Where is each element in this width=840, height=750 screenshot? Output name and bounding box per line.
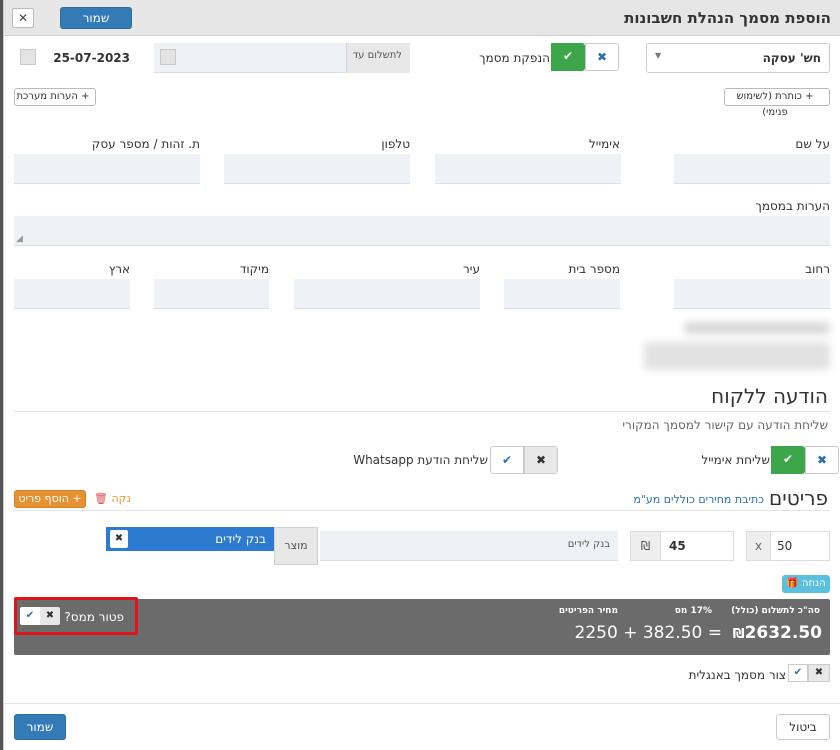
document-type-select[interactable]: חש' עסקה ▼: [646, 43, 830, 73]
trash-icon: 🗑: [94, 492, 108, 505]
chevron-down-icon: ▼: [655, 51, 662, 60]
phone-input[interactable]: [224, 154, 410, 184]
total-currency: ₪: [732, 627, 745, 642]
total-amount: 2632.50: [744, 623, 822, 643]
document-notes-label: הערות במסמך: [755, 199, 830, 213]
id-number-input[interactable]: [14, 154, 200, 184]
resize-handle-icon[interactable]: ◢: [16, 234, 23, 244]
add-item-button[interactable]: + הוסף פריט: [14, 490, 86, 508]
currency-addon: ₪: [631, 532, 661, 560]
issue-document-label: הנפקת מסמך: [479, 51, 550, 65]
add-system-notes-button[interactable]: + הערות מערכת: [14, 88, 96, 106]
remove-product-button[interactable]: ✖: [110, 530, 128, 548]
product-label: מוצר: [284, 539, 308, 552]
item-description-input[interactable]: בנק לידים: [320, 531, 618, 561]
footer-divider: [4, 703, 840, 704]
email-label: אימייל: [588, 137, 620, 151]
tax-exempt-highlight: [14, 597, 138, 635]
vat-included-link[interactable]: כתיבת מחירים כוללים מע"מ: [604, 493, 764, 506]
total-label: סה"כ לתשלום (כולל): [731, 606, 820, 616]
items-price-label: מחיר הפריטים: [558, 606, 618, 616]
send-whatsapp-yes-toggle[interactable]: ✔: [490, 446, 524, 474]
date-field[interactable]: 25-07-2023: [14, 43, 138, 73]
clean-label: נקה: [111, 492, 131, 505]
gift-icon: 🎁: [786, 578, 799, 589]
pay-until-field[interactable]: לתשלום עד: [154, 43, 410, 73]
city-label: עיר: [463, 262, 480, 276]
discount-button[interactable]: 🎁 הנחה: [782, 575, 830, 593]
send-whatsapp-no-toggle[interactable]: ✖: [524, 446, 558, 474]
name-label: על שם: [795, 137, 830, 151]
pay-until-label: לתשלום עד: [352, 50, 402, 61]
total-value: ₪2632.50: [733, 623, 822, 643]
zip-label: מיקוד: [239, 262, 269, 276]
product-chip-label: בנק לידים: [215, 532, 266, 546]
english-document-no-toggle[interactable]: ✖: [808, 664, 830, 682]
house-number-input[interactable]: [504, 279, 620, 309]
send-email-no-toggle[interactable]: ✖: [805, 446, 839, 474]
modal-dialog: הוספת מסמך הנהלת חשבונות ✕ שמור חש' עסקה…: [3, 0, 840, 750]
calendar-icon: [20, 49, 36, 65]
blurred-content: [684, 322, 830, 334]
add-internal-title-button[interactable]: + כותרת (לשימוש פנימי): [724, 88, 830, 118]
send-email-yes-toggle[interactable]: ✔: [771, 446, 805, 474]
issue-document-yes-toggle[interactable]: ✔: [551, 43, 585, 71]
street-input[interactable]: [674, 279, 830, 309]
product-button[interactable]: מוצר: [274, 527, 318, 565]
quantity-value: 50: [777, 539, 793, 553]
notify-subtitle: שליחת הודעה עם קישור למסמך המקורי: [622, 418, 828, 432]
country-label: ארץ: [108, 262, 130, 276]
document-type-value: חש' עסקה: [762, 51, 821, 65]
street-label: רחוב: [805, 262, 830, 276]
blurred-content: [644, 342, 830, 370]
issue-document-no-toggle[interactable]: ✖: [585, 43, 619, 71]
notify-title: הודעה ללקוח: [711, 384, 828, 408]
modal-header: הוספת מסמך הנהלת חשבונות ✕ שמור: [4, 0, 840, 36]
date-value: 25-07-2023: [53, 51, 130, 65]
price-input[interactable]: ₪ 45: [630, 531, 734, 561]
price-value: 45: [669, 539, 686, 553]
tax-label: 17% מס: [674, 606, 712, 616]
header-save-button[interactable]: שמור: [60, 7, 132, 29]
quantity-input[interactable]: 50 x: [746, 531, 830, 561]
item-description-value: בנק לידים: [567, 539, 610, 550]
calendar-icon: [160, 49, 176, 65]
id-number-label: ת. זהות / מספר עסק: [91, 137, 200, 151]
total-breakdown: 2250 + 382.50 =: [574, 623, 722, 643]
house-number-label: מספר בית: [568, 262, 620, 276]
divider: [14, 510, 830, 511]
english-document-label: צור מסמך באנגלית: [688, 668, 786, 682]
close-button[interactable]: ✕: [12, 8, 34, 28]
modal-title: הוספת מסמך הנהלת חשבונות: [624, 9, 831, 27]
phone-label: טלפון: [381, 137, 410, 151]
name-input[interactable]: [674, 154, 830, 184]
city-input[interactable]: [294, 279, 480, 309]
product-chip[interactable]: בנק לידים ✖: [106, 527, 274, 551]
discount-label: הנחה: [802, 578, 826, 589]
country-input[interactable]: [14, 279, 130, 309]
items-title: פריטים: [769, 486, 828, 510]
save-button[interactable]: שמור: [14, 714, 66, 740]
english-document-yes-toggle[interactable]: ✔: [788, 664, 808, 682]
cancel-button[interactable]: ביטול: [776, 714, 830, 740]
divider: [14, 411, 830, 412]
quantity-x: x: [747, 532, 771, 560]
send-whatsapp-label: שליחת הודעת Whatsapp: [353, 453, 488, 467]
document-notes-textarea[interactable]: ◢: [14, 216, 830, 246]
pay-until-addon: לתשלום עד: [346, 43, 410, 73]
email-input[interactable]: [435, 154, 621, 184]
zip-input[interactable]: [154, 279, 269, 309]
send-email-label: שליחת אימייל: [701, 453, 770, 467]
clean-link[interactable]: 🗑 נקה: [94, 492, 131, 505]
